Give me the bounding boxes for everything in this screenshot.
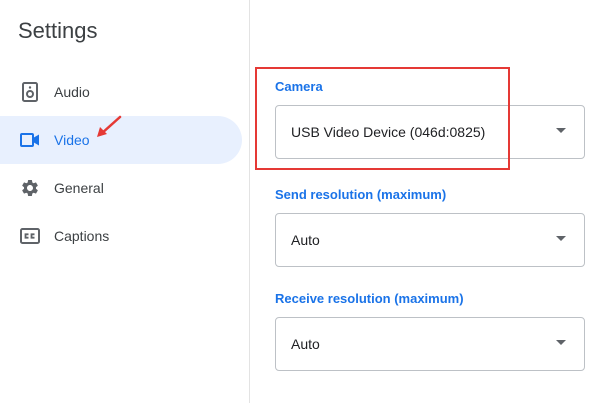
receive-resolution-select-value: Auto	[291, 336, 320, 352]
sidebar-nav: Audio Video General Captions	[0, 68, 250, 260]
send-resolution-select-value: Auto	[291, 232, 320, 248]
settings-window: Settings Audio Video General Captions Ca…	[0, 0, 616, 403]
video-camera-icon	[20, 130, 40, 150]
sidebar: Settings Audio Video General Captions	[0, 0, 250, 403]
sidebar-item-audio[interactable]: Audio	[0, 68, 242, 116]
chevron-down-icon	[556, 340, 566, 345]
sidebar-item-label: Captions	[54, 228, 110, 244]
camera-select-value: USB Video Device (046d:0825)	[291, 124, 486, 140]
sidebar-item-label: Video	[54, 132, 90, 148]
page-title: Settings	[18, 18, 98, 43]
chevron-down-icon	[556, 128, 566, 133]
video-settings-panel: Camera USB Video Device (046d:0825) Send…	[251, 0, 616, 403]
sidebar-item-label: Audio	[54, 84, 90, 100]
annotation-arrow-icon	[97, 115, 122, 137]
sidebar-item-captions[interactable]: Captions	[0, 212, 242, 260]
speaker-icon	[20, 82, 40, 102]
send-resolution-select[interactable]: Auto	[275, 213, 585, 267]
chevron-down-icon	[556, 236, 566, 241]
receive-resolution-select[interactable]: Auto	[275, 317, 585, 371]
send-resolution-label: Send resolution (maximum)	[275, 187, 447, 202]
closed-captions-icon	[20, 226, 40, 246]
receive-resolution-label: Receive resolution (maximum)	[275, 291, 464, 306]
sidebar-item-label: General	[54, 180, 104, 196]
sidebar-item-general[interactable]: General	[0, 164, 242, 212]
gear-icon	[20, 178, 40, 198]
camera-label: Camera	[275, 79, 323, 94]
camera-select[interactable]: USB Video Device (046d:0825)	[275, 105, 585, 159]
